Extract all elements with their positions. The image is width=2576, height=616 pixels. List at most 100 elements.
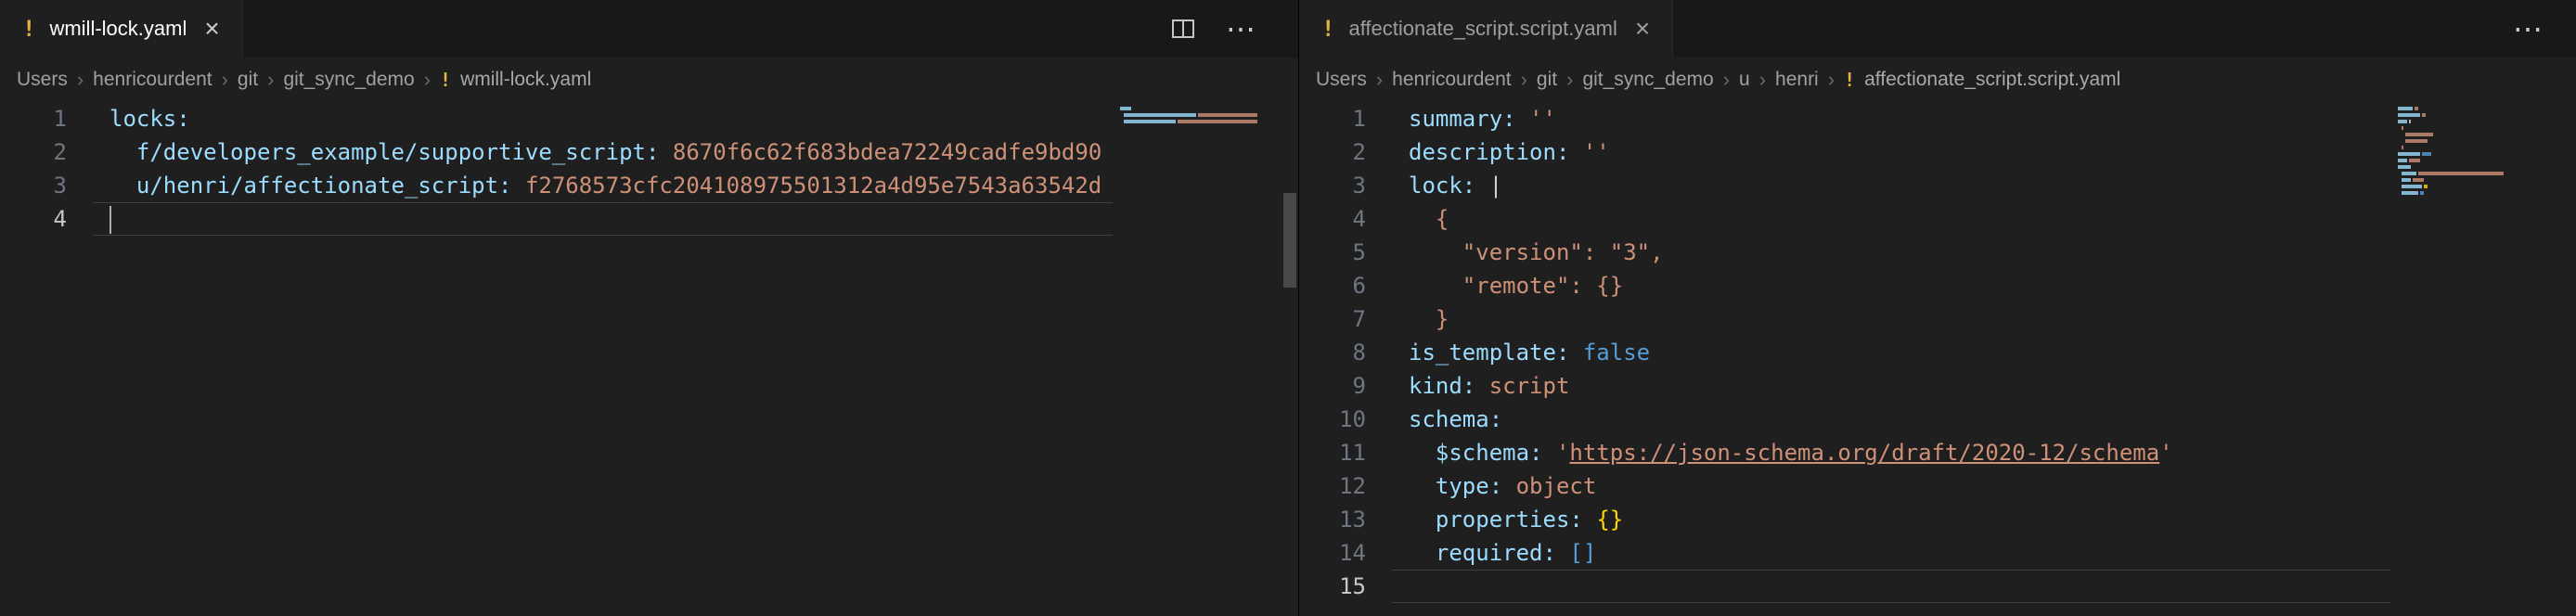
line-content: is_template: false bbox=[1409, 336, 1650, 369]
breadcrumb-chevron-icon: › bbox=[1376, 68, 1383, 92]
code-line[interactable]: 1 locks: bbox=[0, 102, 1298, 135]
line-content: "version": "3", bbox=[1409, 236, 1664, 269]
breadcrumb-item[interactable]: henri bbox=[1775, 69, 1819, 91]
line-number: 4 bbox=[1299, 202, 1366, 236]
more-actions-icon[interactable]: ⋯ bbox=[1226, 14, 1256, 44]
line-number: 4 bbox=[0, 202, 67, 236]
code-line[interactable]: 14 required: [] bbox=[1299, 536, 2576, 570]
line-number: 12 bbox=[1299, 469, 1366, 503]
vertical-scrollbar[interactable] bbox=[1283, 193, 1296, 288]
code-line[interactable]: 6 "remote": {} bbox=[1299, 269, 2576, 302]
line-number: 1 bbox=[0, 102, 67, 135]
line-number: 3 bbox=[0, 169, 67, 202]
line-number: 2 bbox=[0, 135, 67, 169]
yaml-file-icon: ! bbox=[1844, 69, 1855, 91]
code-line[interactable]: 3 lock: | bbox=[1299, 169, 2576, 202]
editor-right[interactable]: 1summary: ''2description: ''3lock: |4 {5… bbox=[1299, 102, 2576, 616]
line-number: 9 bbox=[1299, 369, 1366, 403]
tab-bar-actions: ⋯ bbox=[2513, 0, 2576, 58]
minimap-line bbox=[1120, 126, 1261, 130]
breadcrumb-file[interactable]: affectionate_script.script.yaml bbox=[1864, 69, 2120, 91]
code-line[interactable]: 1summary: '' bbox=[1299, 102, 2576, 135]
minimap-line bbox=[2398, 185, 2539, 188]
split-editor-icon[interactable] bbox=[1172, 19, 1194, 38]
code-line[interactable]: 5 "version": "3", bbox=[1299, 236, 2576, 269]
code-line[interactable]: 4 bbox=[0, 202, 1298, 236]
minimap-line bbox=[1120, 113, 1261, 117]
breadcrumb-item[interactable]: git bbox=[238, 69, 258, 91]
breadcrumb-item[interactable]: u bbox=[1739, 69, 1750, 91]
line-number: 10 bbox=[1299, 403, 1366, 436]
breadcrumb-chevron-icon: › bbox=[77, 68, 84, 92]
code-line[interactable]: 15 bbox=[1299, 570, 2576, 603]
minimap-line bbox=[2398, 107, 2539, 110]
line-number: 2 bbox=[1299, 135, 1366, 169]
breadcrumb[interactable]: Users›henricourdent›git›git_sync_demo›u›… bbox=[1299, 58, 2576, 102]
code-line[interactable]: 4 { bbox=[1299, 202, 2576, 236]
breadcrumb-chevron-icon: › bbox=[424, 68, 431, 92]
editor-pane-left: ! wmill-lock.yaml × ⋯ Users › henricourden… bbox=[0, 0, 1298, 616]
more-actions-icon[interactable]: ⋯ bbox=[2513, 14, 2543, 44]
minimap-line bbox=[1120, 120, 1261, 123]
breadcrumb-chevron-icon: › bbox=[1521, 68, 1527, 92]
line-content: summary: '' bbox=[1409, 102, 1556, 135]
tab-bar-right: ! affectionate_script.script.yaml × ⋯ bbox=[1299, 0, 2576, 58]
code-line[interactable]: 9 kind: script bbox=[1299, 369, 2576, 403]
minimap-line bbox=[2398, 126, 2539, 130]
close-tab-icon[interactable]: × bbox=[204, 16, 219, 42]
breadcrumb-file[interactable]: wmill-lock.yaml bbox=[460, 69, 591, 91]
line-content: locks: bbox=[109, 102, 190, 135]
code-line[interactable]: 8 is_template: false bbox=[1299, 336, 2576, 369]
code-line[interactable]: 7 } bbox=[1299, 302, 2576, 336]
tab-affectionate-script[interactable]: ! affectionate_script.script.yaml × bbox=[1299, 0, 1673, 58]
editor-left[interactable]: 1 locks:2 f/developers_example/supportive… bbox=[0, 102, 1298, 616]
line-content: lock: | bbox=[1409, 169, 1502, 202]
code-area: 1 locks:2 f/developers_example/supportive… bbox=[0, 102, 1298, 616]
breadcrumb-item[interactable]: git bbox=[1537, 69, 1557, 91]
line-content: kind: script bbox=[1409, 369, 1569, 403]
tab-wmill-lock[interactable]: ! wmill-lock.yaml × bbox=[0, 0, 243, 58]
breadcrumb-item[interactable]: Users bbox=[17, 69, 68, 91]
line-number: 8 bbox=[1299, 336, 1366, 369]
line-number: 11 bbox=[1299, 436, 1366, 469]
minimap-line bbox=[2398, 159, 2539, 162]
editor-window: ! wmill-lock.yaml × ⋯ Users › henricourden… bbox=[0, 0, 2576, 616]
minimap[interactable] bbox=[1120, 102, 1261, 133]
line-number: 13 bbox=[1299, 503, 1366, 536]
code-line[interactable]: 3 u/henri/affectionate_script: f2768573c… bbox=[0, 169, 1298, 202]
code-line[interactable]: 11 $schema: 'https://json-schema.org/dra… bbox=[1299, 436, 2576, 469]
breadcrumb-item[interactable]: Users bbox=[1316, 69, 1367, 91]
tab-bar-left: ! wmill-lock.yaml × ⋯ bbox=[0, 0, 1298, 58]
line-content: properties: {} bbox=[1409, 503, 1623, 536]
minimap-line bbox=[2398, 120, 2539, 123]
yaml-file-icon: ! bbox=[440, 69, 451, 91]
line-content: u/henri/affectionate_script: f2768573cfc… bbox=[109, 169, 1101, 202]
code-line[interactable]: 2description: '' bbox=[1299, 135, 2576, 169]
line-content: { bbox=[1409, 202, 1449, 236]
minimap-line bbox=[2398, 152, 2539, 156]
line-number: 7 bbox=[1299, 302, 1366, 336]
minimap-line bbox=[2398, 113, 2539, 117]
minimap-line bbox=[2398, 191, 2539, 195]
split-editor-glyph bbox=[1172, 19, 1194, 38]
tab-label: wmill-lock.yaml bbox=[49, 17, 187, 41]
text-cursor bbox=[109, 206, 111, 234]
breadcrumb[interactable]: Users›henricourdent›git›git_sync_demo›!w… bbox=[0, 58, 1298, 102]
editor-pane-right: ! affectionate_script.script.yaml × ⋯ Us… bbox=[1298, 0, 2576, 616]
close-tab-icon[interactable]: × bbox=[1635, 16, 1650, 42]
code-line[interactable]: 12 type: object bbox=[1299, 469, 2576, 503]
line-content: required: [] bbox=[1409, 536, 1596, 570]
minimap[interactable] bbox=[2398, 102, 2539, 204]
code-line[interactable]: 10schema: bbox=[1299, 403, 2576, 436]
breadcrumb-chevron-icon: › bbox=[1828, 68, 1835, 92]
line-content: $schema: 'https://json-schema.org/draft/… bbox=[1409, 436, 2173, 469]
line-number: 3 bbox=[1299, 169, 1366, 202]
breadcrumb-item[interactable]: henricourdent bbox=[93, 69, 212, 91]
breadcrumb-item[interactable]: git_sync_demo bbox=[283, 69, 414, 91]
breadcrumb-chevron-icon: › bbox=[267, 68, 274, 92]
minimap-line bbox=[2398, 146, 2539, 149]
breadcrumb-item[interactable]: git_sync_demo bbox=[1582, 69, 1713, 91]
code-line[interactable]: 2 f/developers_example/supportive_script… bbox=[0, 135, 1298, 169]
code-line[interactable]: 13 properties: {} bbox=[1299, 503, 2576, 536]
breadcrumb-item[interactable]: henricourdent bbox=[1392, 69, 1511, 91]
